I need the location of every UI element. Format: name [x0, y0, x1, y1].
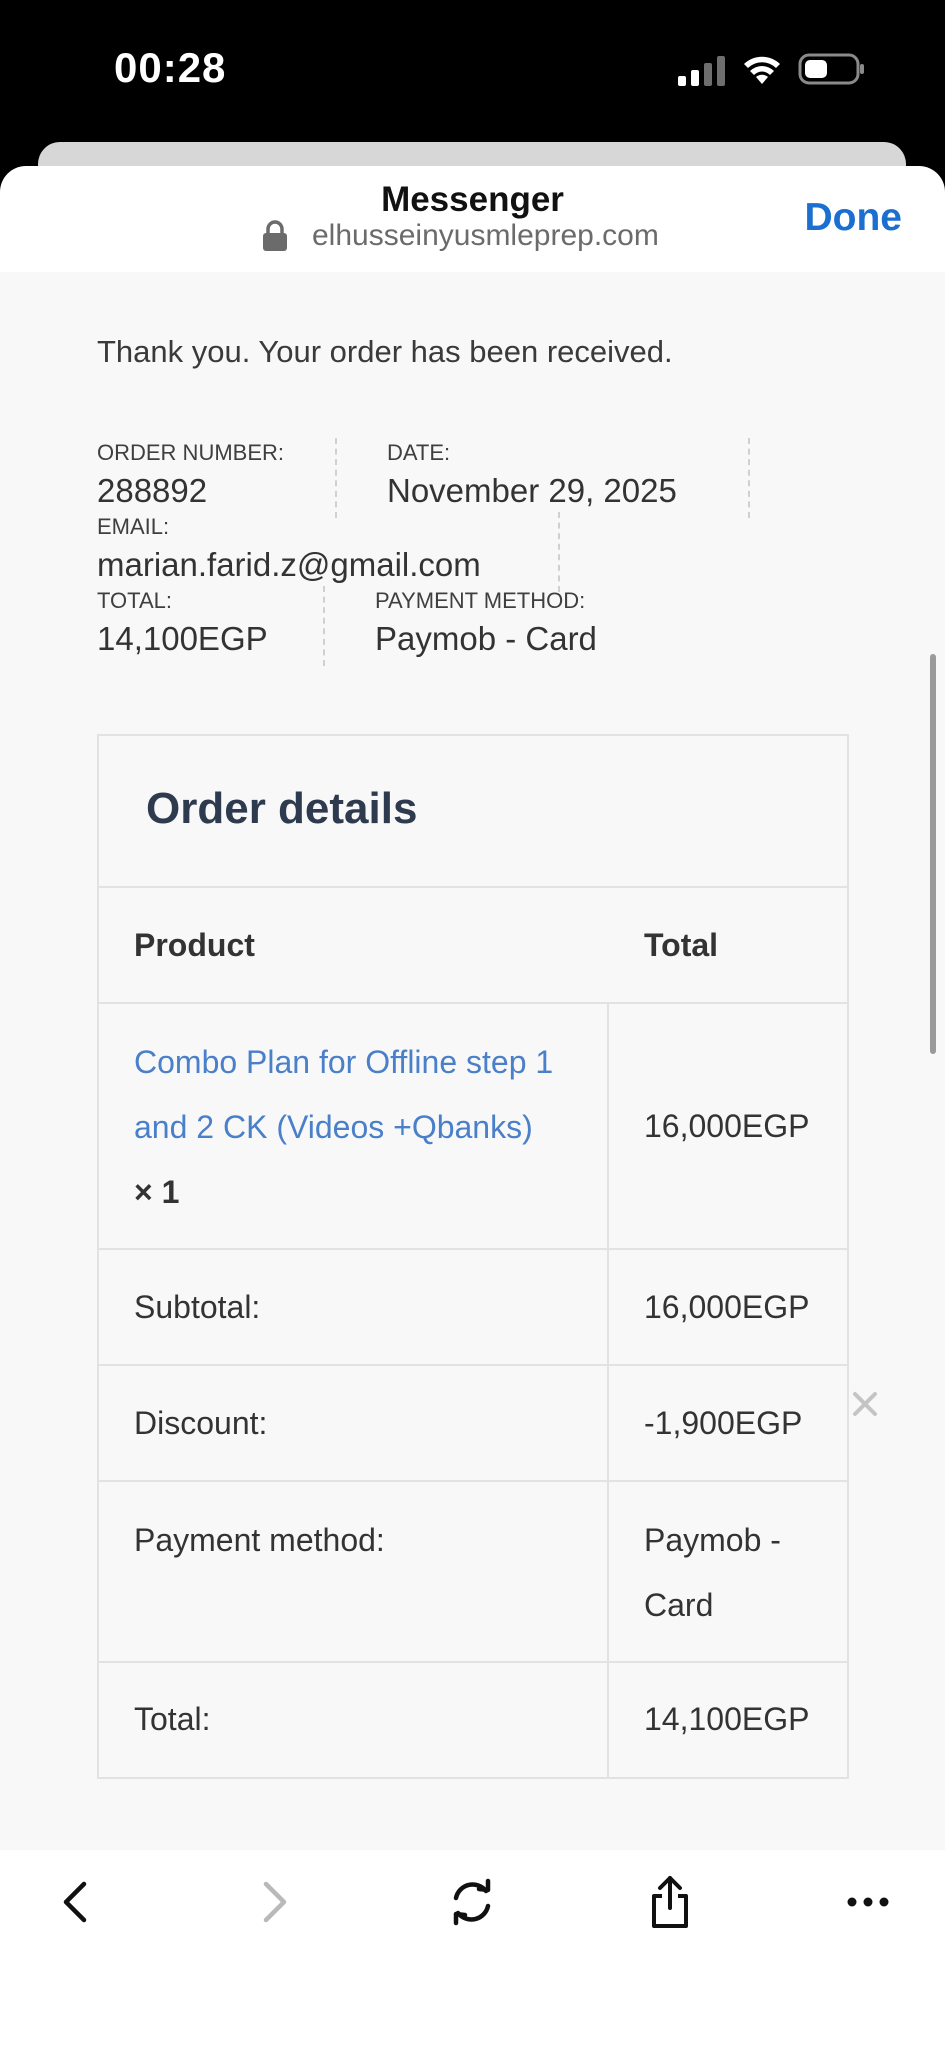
url-bar[interactable]: elhusseinyusmleprep.com [262, 216, 659, 256]
column-header-product: Product [134, 927, 255, 963]
order-details-table: Order details Product Total Combo Plan f… [97, 734, 849, 1779]
email-label: EMAIL: [97, 514, 170, 539]
payment-method-row-label: Payment method: [99, 1482, 609, 1661]
back-button[interactable] [45, 1872, 105, 1932]
table-row-product: Combo Plan for Offline step 1 and 2 CK (… [99, 1004, 847, 1250]
more-button[interactable] [838, 1872, 898, 1932]
order-total-value: 14,100EGP [644, 1701, 810, 1737]
share-icon [652, 1876, 688, 1928]
date-label: DATE: [387, 440, 451, 465]
payment-method-label: PAYMENT METHOD: [375, 588, 586, 613]
reload-icon [453, 1878, 491, 1926]
table-row-total: Total: 14,100EGP [99, 1663, 847, 1777]
product-cell: Combo Plan for Offline step 1 and 2 CK (… [99, 1004, 609, 1248]
date-value: November 29, 2025 [387, 472, 677, 509]
battery-icon [798, 53, 864, 85]
table-row-payment-method: Payment method: Paymob - Card [99, 1482, 847, 1663]
subtotal-label: Subtotal: [99, 1250, 609, 1364]
reload-button[interactable] [442, 1872, 502, 1932]
done-button[interactable]: Done [805, 196, 903, 240]
total-value: 14,100EGP [97, 620, 268, 657]
browser-title: Messenger [381, 180, 564, 219]
order-details-heading: Order details [146, 784, 418, 833]
more-icon [847, 1897, 889, 1907]
chevron-right-icon [263, 1881, 287, 1923]
share-button[interactable] [640, 1872, 700, 1932]
divider [558, 512, 560, 592]
scrollbar[interactable] [930, 654, 936, 1054]
payment-method-row-value: Paymob - Card [609, 1482, 847, 1661]
product-total: 16,000EGP [644, 1108, 810, 1144]
close-icon[interactable] [850, 1389, 880, 1419]
email-value: marian.farid.z@gmail.com [97, 546, 481, 583]
payment-value-line1: Paymob - [644, 1522, 781, 1558]
total-label: TOTAL: [97, 588, 172, 613]
cellular-signal-icon [678, 56, 725, 86]
url-text: elhusseinyusmleprep.com [312, 219, 659, 252]
web-page[interactable]: Thank you. Your order has been received.… [0, 272, 945, 1850]
product-name-line1: Combo Plan for Offline step 1 [134, 1044, 554, 1080]
discount-label: Discount: [99, 1366, 609, 1480]
order-number-label: ORDER NUMBER: [97, 440, 285, 465]
subtotal-value: 16,000EGP [644, 1289, 810, 1325]
table-row-subtotal: Subtotal: 16,000EGP [99, 1250, 847, 1366]
order-number-value: 288892 [97, 472, 208, 509]
order-total-label: Total: [99, 1663, 609, 1777]
divider [335, 438, 337, 518]
order-details-header: Order details [99, 736, 847, 888]
status-time: 00:28 [114, 44, 227, 91]
browser-header: Messenger elhusseinyusmleprep.com Done [0, 166, 945, 272]
payment-value-line2: Card [644, 1587, 714, 1623]
browser-toolbar [0, 1850, 945, 2048]
forward-button[interactable] [245, 1872, 305, 1932]
divider [323, 586, 325, 666]
product-link[interactable]: Combo Plan for Offline step 1 and 2 CK (… [134, 1030, 607, 1160]
table-row-discount: Discount: -1,900EGP [99, 1366, 847, 1482]
divider [748, 438, 750, 518]
lock-icon [263, 220, 287, 251]
table-header-row: Product Total [99, 888, 847, 1004]
product-name-line2: and 2 CK (Videos +Qbanks) [134, 1109, 533, 1145]
status-bar: 00:28 [0, 0, 945, 140]
discount-value: -1,900EGP [644, 1405, 803, 1441]
thank-you-message: Thank you. Your order has been received. [97, 334, 673, 369]
wifi-icon [744, 56, 780, 84]
product-quantity: × 1 [134, 1174, 180, 1210]
chevron-left-icon [63, 1881, 87, 1923]
payment-method-value: Paymob - Card [375, 620, 597, 657]
column-header-total: Total [644, 927, 719, 963]
